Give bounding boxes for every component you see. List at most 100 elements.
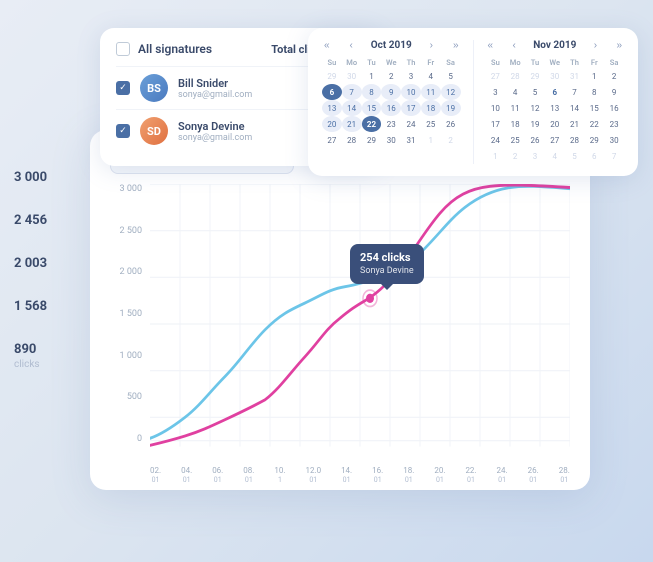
cal-right-day[interactable]: 6 <box>545 84 565 100</box>
cal-right-day[interactable]: 19 <box>525 116 545 132</box>
y-label-1500: 1 500 <box>120 309 142 319</box>
cal-right-day[interactable]: 20 <box>545 116 565 132</box>
cal-right-day[interactable]: 4 <box>505 84 525 100</box>
cal-left-day[interactable]: 13 <box>322 100 342 116</box>
avatar-sonya: SD <box>140 117 168 145</box>
select-all-checkbox[interactable] <box>116 42 130 56</box>
x-label-10: 20.01 <box>434 466 445 484</box>
cal-right-day[interactable]: 17 <box>486 116 506 132</box>
cal-left-day[interactable]: 27 <box>322 132 342 148</box>
x-label-14: 28.01 <box>559 466 570 484</box>
cal-right-day[interactable]: 7 <box>565 84 585 100</box>
cal-left-day[interactable]: 15 <box>362 100 382 116</box>
cal-right-day[interactable]: 7 <box>604 148 624 164</box>
cal-left-day[interactable]: 21 <box>342 116 362 132</box>
cal-day-sa: Sa <box>441 57 461 68</box>
cal-left-day[interactable]: 2 <box>381 68 401 84</box>
cal-prev-prev-right[interactable]: « <box>486 40 496 51</box>
cal-prev-right[interactable]: ‹ <box>510 40 517 51</box>
cal-left-day[interactable]: 24 <box>401 116 421 132</box>
cal-right-day[interactable]: 27 <box>486 68 506 84</box>
sig-info-bill: Bill Snider sonya@gmail.com <box>178 77 321 100</box>
cal-left-day[interactable]: 28 <box>342 132 362 148</box>
cal-left-day[interactable]: 31 <box>401 132 421 148</box>
sig-check-bill[interactable] <box>116 81 130 95</box>
left-axis-item-3: 2 003 <box>14 256 76 271</box>
cal-left-day[interactable]: 5 <box>441 68 461 84</box>
cal-right-day[interactable]: 28 <box>565 132 585 148</box>
cal-right-day[interactable]: 12 <box>525 100 545 116</box>
cal-right-day[interactable]: 29 <box>584 132 604 148</box>
cal-left-day[interactable]: 11 <box>421 84 441 100</box>
cal-prev-prev[interactable]: « <box>322 40 332 51</box>
cal-left-day[interactable]: 4 <box>421 68 441 84</box>
cal-right-day[interactable]: 13 <box>545 100 565 116</box>
cal-prev[interactable]: ‹ <box>348 40 355 51</box>
cal-right-day[interactable]: 5 <box>565 148 585 164</box>
cal-next-next-left[interactable]: » <box>451 40 461 51</box>
cal-right-day[interactable]: 1 <box>584 68 604 84</box>
cal-right-day[interactable]: 2 <box>505 148 525 164</box>
cal-left-day[interactable]: 7 <box>342 84 362 100</box>
cal-right-day[interactable]: 14 <box>565 100 585 116</box>
sig-email-bill: sonya@gmail.com <box>178 90 321 100</box>
cal-next-right[interactable]: › <box>592 40 599 51</box>
cal-left-day[interactable]: 19 <box>441 100 461 116</box>
cal-left-day[interactable]: 6 <box>322 84 342 100</box>
cal-left-day[interactable]: 3 <box>401 68 421 84</box>
cal-right-day[interactable]: 2 <box>604 68 624 84</box>
cal-left-day[interactable]: 12 <box>441 84 461 100</box>
cal-left-day[interactable]: 17 <box>401 100 421 116</box>
cal-left-day[interactable]: 10 <box>401 84 421 100</box>
cal-left-day[interactable]: 30 <box>342 68 362 84</box>
cal-left-day[interactable]: 18 <box>421 100 441 116</box>
cal-next-left[interactable]: › <box>428 40 435 51</box>
cal-left-day[interactable]: 1 <box>421 132 441 148</box>
cal-right-day[interactable]: 8 <box>584 84 604 100</box>
cal-left-day[interactable]: 9 <box>381 84 401 100</box>
cal-right-day[interactable]: 3 <box>525 148 545 164</box>
cal-right-day[interactable]: 10 <box>486 100 506 116</box>
cal-left-day[interactable]: 26 <box>441 116 461 132</box>
cal-left-day[interactable]: 29 <box>362 132 382 148</box>
cal-right-day[interactable]: 15 <box>584 100 604 116</box>
cal-left-day[interactable]: 23 <box>381 116 401 132</box>
cal-right-day[interactable]: 27 <box>545 132 565 148</box>
cal-next-next-right[interactable]: » <box>614 40 624 51</box>
cal-right-day[interactable]: 16 <box>604 100 624 116</box>
cal-right-day[interactable]: 9 <box>604 84 624 100</box>
cal-right-day[interactable]: 30 <box>545 68 565 84</box>
cal-left-day[interactable]: 14 <box>342 100 362 116</box>
cal-left-day[interactable]: 2 <box>441 132 461 148</box>
cal-right-day[interactable]: 21 <box>565 116 585 132</box>
cal-right-day[interactable]: 25 <box>505 132 525 148</box>
cal-left-day[interactable]: 22 <box>362 116 382 132</box>
cal-right-day[interactable]: 29 <box>525 68 545 84</box>
cal-day-tu: Tu <box>362 57 382 68</box>
left-axis-item-2: 2 456 <box>14 213 76 228</box>
cal-right-day[interactable]: 1 <box>486 148 506 164</box>
cal-left-day[interactable]: 20 <box>322 116 342 132</box>
cal-left-day[interactable]: 16 <box>381 100 401 116</box>
calendar-left: « ‹ Oct 2019 › » Su Mo Tu We Th Fr Sa <box>322 40 461 164</box>
cal-left-day[interactable]: 25 <box>421 116 441 132</box>
cal-right-day[interactable]: 18 <box>505 116 525 132</box>
cal-left-day[interactable]: 1 <box>362 68 382 84</box>
cal-left-day[interactable]: 30 <box>381 132 401 148</box>
cal-right-day[interactable]: 30 <box>604 132 624 148</box>
cal-right-day[interactable]: 24 <box>486 132 506 148</box>
cal-right-day[interactable]: 22 <box>584 116 604 132</box>
cal-right-day[interactable]: 31 <box>565 68 585 84</box>
cal-left-day[interactable]: 8 <box>362 84 382 100</box>
sig-check-sonya[interactable] <box>116 124 130 138</box>
cal-right-day[interactable]: 11 <box>505 100 525 116</box>
cal-left-grid: Su Mo Tu We Th Fr Sa 2930123456789101112… <box>322 57 461 148</box>
cal-right-day[interactable]: 5 <box>525 84 545 100</box>
cal-left-day[interactable]: 29 <box>322 68 342 84</box>
cal-right-day[interactable]: 23 <box>604 116 624 132</box>
cal-right-day[interactable]: 6 <box>584 148 604 164</box>
cal-right-day[interactable]: 26 <box>525 132 545 148</box>
cal-right-day[interactable]: 28 <box>505 68 525 84</box>
cal-right-day[interactable]: 3 <box>486 84 506 100</box>
cal-right-day[interactable]: 4 <box>545 148 565 164</box>
